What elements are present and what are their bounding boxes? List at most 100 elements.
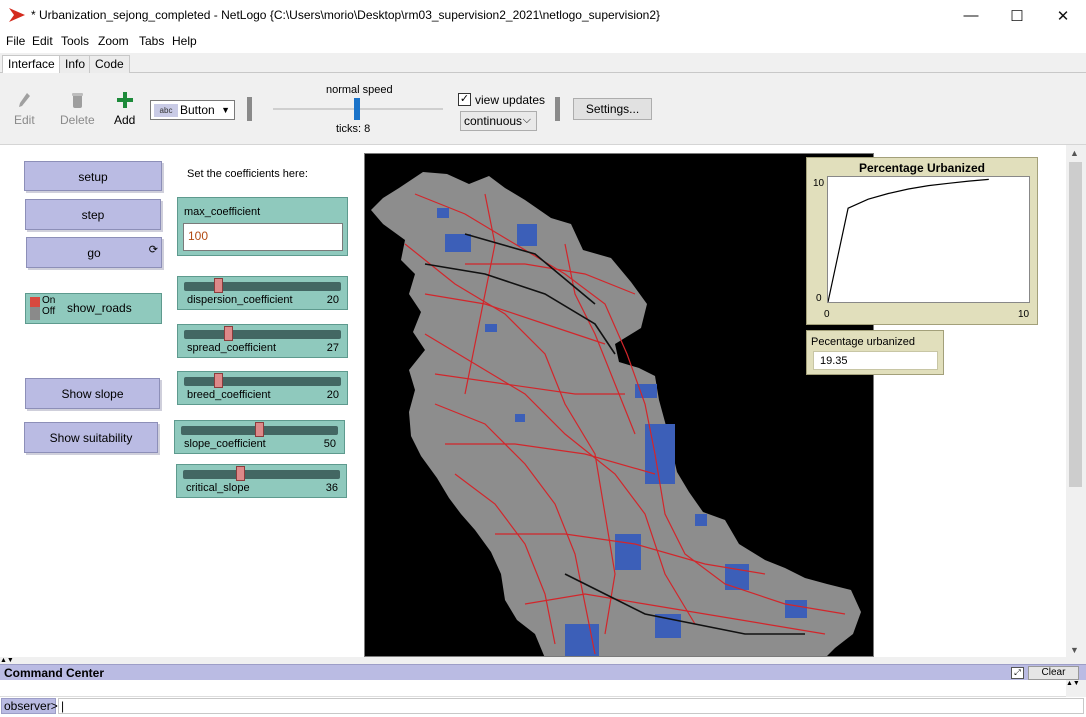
update-mode-value: continuous (464, 114, 523, 128)
delete-button-label: Delete (60, 113, 95, 127)
plus-icon (116, 92, 133, 108)
plot-y-min-label: 0 (816, 293, 822, 304)
slider-label: critical_slope (186, 482, 250, 494)
netlogo-logo-icon (9, 8, 25, 22)
go-button-label: go (87, 246, 101, 260)
tab-code[interactable]: Code (89, 55, 130, 73)
spread-coefficient-slider[interactable]: spread_coefficient 27 (177, 324, 348, 358)
widget-type-select[interactable]: abc Button ▼ (150, 100, 235, 120)
plot-canvas (827, 178, 989, 303)
setup-button[interactable]: setup (24, 161, 162, 191)
slider-thumb[interactable] (213, 278, 223, 293)
edit-button-label: Edit (14, 113, 35, 127)
expand-icon[interactable]: ⤢ (1011, 667, 1024, 679)
minimize-button[interactable]: — (948, 0, 994, 31)
menu-tabs[interactable]: Tabs (139, 34, 164, 48)
show-slope-button[interactable]: Show slope (25, 378, 160, 409)
plot-series-line (827, 178, 989, 303)
menu-file[interactable]: File (6, 34, 25, 48)
scroll-down-icon[interactable]: ▼ (1070, 645, 1079, 655)
slider-track[interactable] (183, 470, 340, 479)
go-button[interactable]: go ⟳ (26, 237, 162, 268)
button-widget-icon: abc (154, 104, 178, 117)
speed-slider-thumb[interactable] (354, 98, 360, 120)
urbanization-map (371, 172, 861, 656)
monitor-value: 19.35 (813, 351, 938, 370)
slider-value: 36 (325, 482, 338, 494)
scroll-up-icon[interactable]: ▲ (1070, 148, 1079, 158)
max-coefficient-label: max_coefficient (184, 206, 261, 218)
plot-x-max-label: 10 (1018, 309, 1030, 320)
plot-title: Percentage Urbanized (858, 161, 986, 175)
menu-tools[interactable]: Tools (61, 34, 89, 48)
menu-edit[interactable]: Edit (32, 34, 53, 48)
slider-value: 20 (326, 294, 339, 306)
tab-info[interactable]: Info (59, 55, 92, 73)
view-updates-label: view updates (475, 93, 546, 107)
command-output-scrollbar[interactable]: ▲▼ (1066, 680, 1086, 697)
delete-button[interactable]: Delete (60, 90, 95, 127)
monitor-label: Pecentage urbanized (811, 336, 915, 348)
command-center-divider[interactable]: ▲▼ (0, 657, 1086, 664)
switch-knob (30, 297, 40, 307)
show-suitability-button[interactable]: Show suitability (24, 422, 158, 453)
edit-button[interactable]: Edit (14, 90, 35, 127)
trash-icon (72, 93, 84, 108)
max-coefficient-input: max_coefficient 100 (177, 197, 348, 256)
slider-thumb[interactable] (223, 326, 233, 341)
scrollbar-thumb[interactable] (1069, 162, 1082, 487)
percentage-urbanized-monitor: Pecentage urbanized 19.35 (806, 330, 944, 375)
slider-value: 50 (323, 438, 336, 450)
chevron-down-icon: ⌵ (522, 114, 531, 126)
command-output (0, 680, 1066, 697)
slider-track[interactable] (184, 282, 341, 291)
add-button[interactable]: Add (114, 90, 135, 127)
settings-button[interactable]: Settings... (573, 98, 652, 120)
menu-bar: File Edit Tools Zoom Tabs Help (0, 31, 1086, 51)
interface-scrollbar[interactable]: ▲ ▼ (1066, 145, 1086, 657)
toolbar-separator (247, 97, 252, 121)
switch-on-label: On (42, 295, 56, 306)
coefficients-note: Set the coefficients here: (187, 168, 308, 180)
step-button[interactable]: step (25, 199, 161, 230)
slider-label: spread_coefficient (187, 342, 277, 354)
world-view[interactable] (364, 153, 874, 657)
add-button-label: Add (114, 113, 136, 127)
critical-slope-slider[interactable]: critical_slope 36 (176, 464, 347, 498)
show-roads-switch[interactable]: On Off show_roads (25, 293, 162, 324)
close-button[interactable]: ✕ (1040, 0, 1086, 31)
max-coefficient-field[interactable]: 100 (183, 223, 343, 251)
menu-zoom[interactable]: Zoom (98, 34, 129, 48)
command-input[interactable]: | (58, 698, 1084, 714)
slider-value: 27 (326, 342, 339, 354)
title-bar: * Urbanization_sejong_completed - NetLog… (0, 0, 1086, 31)
slope-coefficient-slider[interactable]: slope_coefficient 50 (174, 420, 345, 454)
ticks-counter: ticks: 8 (336, 123, 371, 135)
study-area-terrain (371, 172, 861, 656)
clear-button[interactable]: Clear (1028, 666, 1079, 680)
percentage-urbanized-plot[interactable]: Percentage Urbanized 10 0 0 10 (806, 157, 1038, 325)
slider-track[interactable] (184, 330, 341, 339)
plot-y-max-label: 10 (813, 178, 825, 189)
window-title: * Urbanization_sejong_completed - NetLog… (31, 8, 661, 22)
slider-thumb[interactable] (213, 373, 223, 388)
maximize-button[interactable]: ☐ (994, 0, 1040, 31)
breed-coefficient-slider[interactable]: breed_coefficient 20 (177, 371, 348, 405)
toolbar: Edit Delete Add abc Button ▼ normal spee… (0, 73, 1086, 145)
interface-panel: setup step go ⟳ On Off show_roads Show s… (0, 145, 1066, 657)
menu-help[interactable]: Help (172, 34, 197, 48)
slider-thumb[interactable] (236, 466, 246, 481)
tab-interface[interactable]: Interface (2, 55, 61, 74)
slider-thumb[interactable] (255, 422, 264, 437)
view-updates-checkbox[interactable]: ✓ (458, 93, 471, 106)
slider-label: slope_coefficient (184, 438, 266, 450)
command-center-header: Command Center ⤢ Clear (0, 664, 1086, 680)
slider-track[interactable] (184, 377, 341, 386)
dispersion-coefficient-slider[interactable]: dispersion_coefficient 20 (177, 276, 348, 310)
update-mode-select[interactable]: continuous ⌵ (460, 111, 537, 131)
switch-off-label: Off (42, 306, 56, 317)
agent-selector[interactable]: observer> (1, 698, 58, 714)
command-line: observer> | (0, 697, 1086, 717)
slider-label: dispersion_coefficient (187, 294, 293, 306)
dropdown-arrow-icon: ▼ (221, 105, 230, 115)
